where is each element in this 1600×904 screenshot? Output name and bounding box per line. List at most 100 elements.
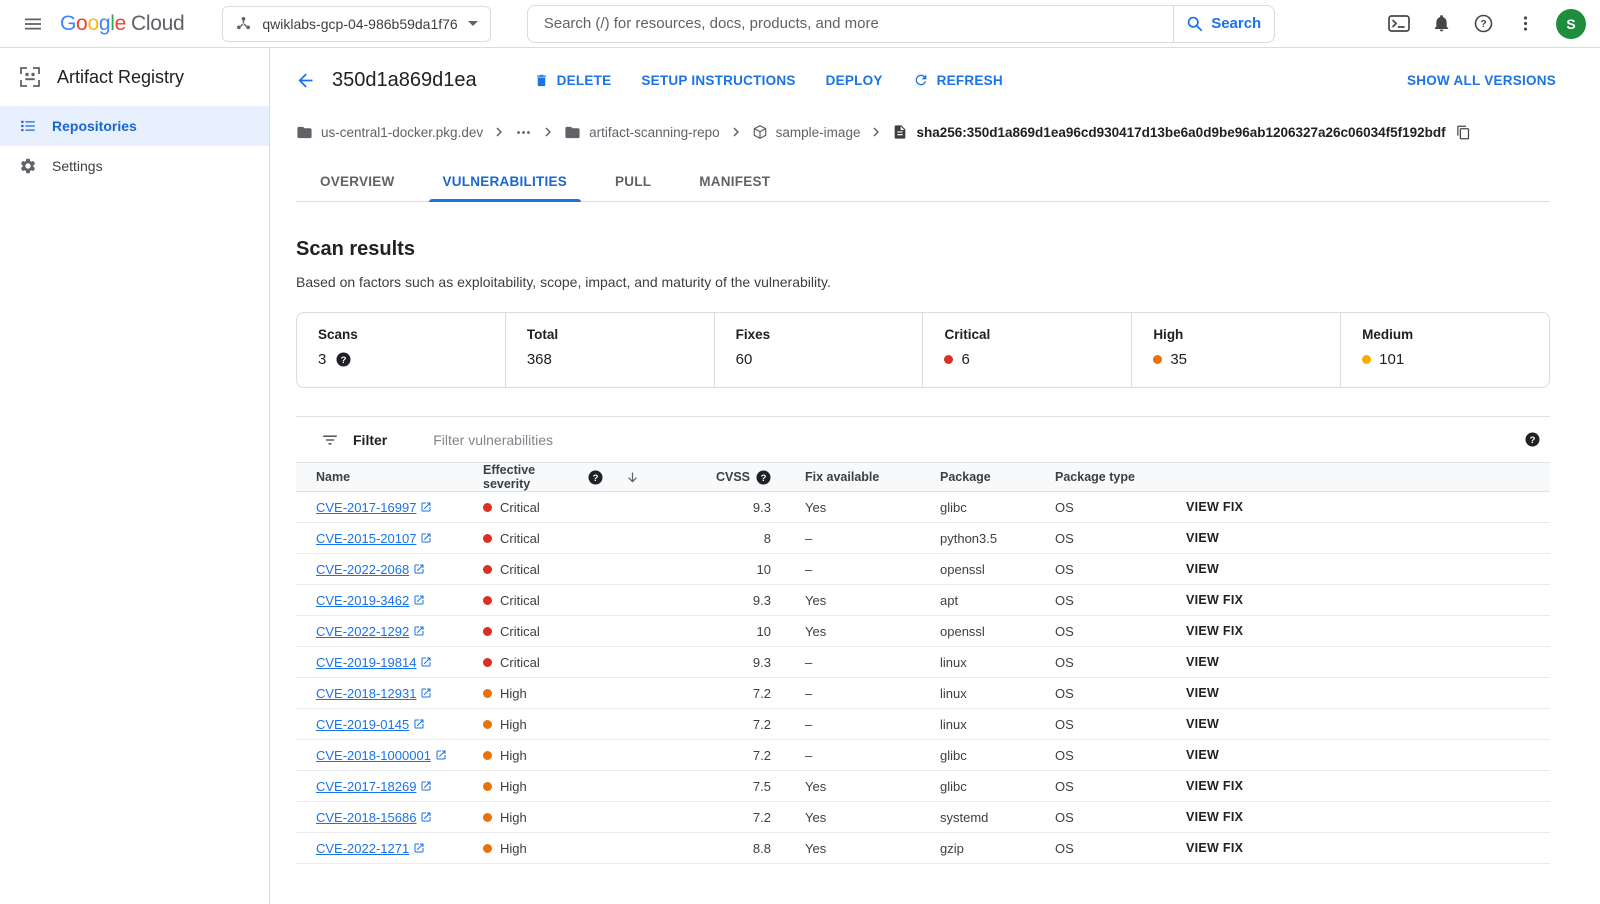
- column-header-name[interactable]: Name: [316, 470, 483, 484]
- breadcrumb-item[interactable]: sample-image: [752, 124, 860, 140]
- tab-pull[interactable]: PULL: [591, 161, 675, 201]
- breadcrumb-item[interactable]: artifact-scanning-repo: [564, 124, 720, 141]
- severity-label: High: [500, 778, 527, 794]
- more-vert-icon: [1516, 14, 1535, 33]
- sort-descending-icon[interactable]: [625, 470, 640, 485]
- column-header-cvss-label: CVSS: [715, 470, 750, 484]
- column-header-package[interactable]: Package: [940, 470, 1055, 484]
- cve-link[interactable]: CVE-2019-0145: [316, 717, 409, 732]
- avatar[interactable]: S: [1556, 8, 1586, 39]
- scans-help-icon[interactable]: ?: [336, 352, 351, 367]
- cve-link[interactable]: CVE-2017-18269: [316, 779, 416, 794]
- project-name: qwiklabs-gcp-04-986b59da1f76: [262, 15, 458, 32]
- cve-link[interactable]: CVE-2019-3462: [316, 593, 409, 608]
- cve-link[interactable]: CVE-2022-2068: [316, 562, 409, 577]
- refresh-button[interactable]: REFRESH: [898, 64, 1018, 96]
- table-cell: OS: [1055, 561, 1074, 577]
- tab-vulnerabilities[interactable]: VULNERABILITIES: [419, 161, 592, 202]
- filter-icon: [321, 431, 339, 449]
- view-button[interactable]: VIEW: [1186, 748, 1219, 762]
- project-selector[interactable]: qwiklabs-gcp-04-986b59da1f76: [222, 5, 491, 42]
- cve-link[interactable]: CVE-2022-1292: [316, 624, 409, 639]
- view-button[interactable]: VIEW: [1186, 655, 1219, 669]
- severity-dot: [483, 564, 492, 574]
- filter-input[interactable]: [433, 431, 1525, 448]
- cvss-help-icon[interactable]: ?: [756, 470, 771, 485]
- table-help-icon[interactable]: ?: [1525, 432, 1540, 447]
- stat-total: Total 368: [504, 313, 714, 387]
- show-all-versions-button[interactable]: SHOW ALL VERSIONS: [1407, 73, 1556, 88]
- sidebar-item-label: Settings: [52, 158, 103, 174]
- search-input[interactable]: [526, 4, 1173, 43]
- chevron-right-icon: [727, 123, 745, 141]
- view-button[interactable]: VIEW: [1186, 717, 1219, 731]
- stat-value: 35: [1170, 351, 1187, 368]
- severity-dot: [483, 688, 492, 698]
- view-button[interactable]: VIEW: [1186, 562, 1219, 576]
- scan-results-title: Scan results: [296, 238, 415, 260]
- view-fix-button[interactable]: VIEW FIX: [1186, 841, 1243, 855]
- more-options-button[interactable]: [1506, 5, 1544, 43]
- caret-down-icon: [467, 21, 478, 26]
- external-link-icon: [420, 656, 432, 668]
- cve-link[interactable]: CVE-2017-16997: [316, 500, 416, 515]
- hamburger-menu-button[interactable]: [14, 5, 52, 43]
- column-header-fix[interactable]: Fix available: [805, 470, 940, 484]
- help-button[interactable]: ?: [1464, 5, 1502, 43]
- sidebar-item-repositories[interactable]: Repositories: [0, 106, 269, 146]
- stat-value: 101: [1379, 351, 1405, 368]
- breadcrumb-item[interactable]: us-central1-docker.pkg.dev: [296, 124, 483, 141]
- sidebar-item-settings[interactable]: Settings: [0, 146, 269, 186]
- column-header-cvss[interactable]: CVSS ?: [640, 470, 771, 485]
- setup-instructions-button[interactable]: SETUP INSTRUCTIONS: [626, 65, 810, 96]
- cve-link[interactable]: CVE-2019-19814: [316, 655, 416, 670]
- view-button[interactable]: VIEW: [1186, 686, 1219, 700]
- delete-button[interactable]: DELETE: [519, 65, 627, 96]
- breadcrumb-item[interactable]: [515, 124, 532, 141]
- severity-dot: [483, 657, 492, 667]
- table-cell: OS: [1055, 778, 1074, 794]
- table-cell: 9.3: [752, 499, 771, 515]
- cve-link[interactable]: CVE-2018-12931: [316, 686, 416, 701]
- view-button[interactable]: VIEW: [1186, 531, 1219, 545]
- table-row: CVE-2017-16997 Critical 9.3 Yes glibc OS VIEW …: [296, 492, 1550, 523]
- notifications-button[interactable]: [1422, 5, 1460, 43]
- cloud-shell-icon: [1388, 15, 1410, 32]
- cve-link[interactable]: CVE-2018-1000001: [316, 748, 431, 763]
- app-shell: Artifact Registry Repositories Settings 3…: [0, 48, 1600, 904]
- table-cell: OS: [1055, 809, 1074, 825]
- external-link-icon: [413, 563, 425, 575]
- back-button[interactable]: [286, 61, 324, 99]
- table-cell: systemd: [940, 809, 989, 825]
- cve-link[interactable]: CVE-2018-15686: [316, 810, 416, 825]
- cloud-shell-button[interactable]: [1380, 5, 1418, 43]
- stat-medium: Medium 101: [1340, 313, 1549, 387]
- external-link-icon: [420, 687, 432, 699]
- table-cell: 7.2: [752, 716, 771, 732]
- view-fix-button[interactable]: VIEW FIX: [1186, 593, 1243, 607]
- column-header-package-type[interactable]: Package type: [1055, 470, 1186, 484]
- tab-manifest[interactable]: MANIFEST: [675, 161, 794, 201]
- severity-label: Critical: [500, 499, 540, 515]
- breadcrumb-item[interactable]: sha256:350d1a869d1ea96cd930417d13be6a0d9…: [892, 124, 1446, 140]
- search-button[interactable]: Search: [1172, 4, 1275, 43]
- severity-dot: [483, 750, 492, 760]
- table-cell: glibc: [940, 778, 967, 794]
- view-fix-button[interactable]: VIEW FIX: [1186, 500, 1243, 514]
- view-fix-button[interactable]: VIEW FIX: [1186, 624, 1243, 638]
- view-fix-button[interactable]: VIEW FIX: [1186, 779, 1243, 793]
- view-fix-button[interactable]: VIEW FIX: [1186, 810, 1243, 824]
- cve-link[interactable]: CVE-2015-20107: [316, 531, 416, 546]
- cve-link[interactable]: CVE-2022-1271: [316, 841, 409, 856]
- table-row: CVE-2015-20107 Critical 8 – python3.5 OS VIEW: [296, 523, 1550, 554]
- main-panel: 350d1a869d1ea DELETE SETUP INSTRUCTIONS DE…: [270, 48, 1600, 904]
- severity-help-icon[interactable]: ?: [588, 470, 603, 485]
- copy-icon[interactable]: [1456, 125, 1471, 140]
- deploy-button[interactable]: DEPLOY: [811, 65, 898, 96]
- table-cell: OS: [1055, 716, 1074, 732]
- column-header-severity[interactable]: Effective severity ?: [483, 463, 640, 491]
- table-row: CVE-2019-3462 Critical 9.3 Yes apt OS VIEW FIX: [296, 585, 1550, 616]
- chevron-right-icon: [867, 123, 885, 141]
- tab-overview[interactable]: OVERVIEW: [296, 161, 419, 201]
- table-cell: OS: [1055, 747, 1074, 763]
